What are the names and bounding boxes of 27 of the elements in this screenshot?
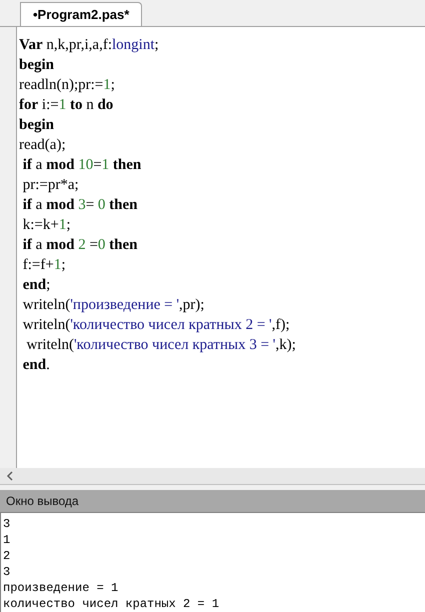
code-line: if a mod 10=1 then — [22, 156, 142, 175]
code-line: writeln('количество чисел кратных 3 = ',k); — [26, 336, 296, 355]
code-line: read(a); — [19, 136, 66, 155]
code-line: begin — [19, 116, 54, 135]
code-line: for i:=1 to n do — [19, 96, 114, 115]
code-line: if a mod 3= 0 then — [22, 196, 138, 215]
output-line: 3 — [3, 564, 10, 580]
code-line: writeln('количество чисел кратных 2 = ',f); — [22, 316, 290, 335]
file-tab[interactable]: •Program2.pas* — [20, 2, 142, 26]
code-line: readln(n);pr:=1; — [19, 76, 115, 95]
chevron-left-icon[interactable] — [6, 471, 14, 481]
code-line: writeln('произведение = ',pr); — [22, 296, 204, 315]
horizontal-scrollbar[interactable] — [0, 468, 425, 485]
output-line: 3 — [3, 516, 10, 532]
code-line: if a mod 2 =0 then — [22, 236, 138, 255]
code-line: end. — [22, 356, 50, 375]
code-line: pr:=pr*a; — [22, 176, 79, 195]
code-line: end; — [22, 276, 50, 295]
output-line: количество чисел кратных 2 = 1 — [3, 596, 220, 612]
code-line: begin — [19, 56, 54, 75]
code-line: f:=f+1; — [22, 256, 66, 275]
output-line: произведение = 1 — [3, 580, 118, 596]
output-panel-title: Окно вывода — [6, 493, 79, 510]
code-line: Var n,k,pr,i,a,f:longint; — [19, 36, 159, 55]
output-line: 1 — [3, 532, 10, 548]
code-line: k:=k+1; — [22, 216, 71, 235]
output-line: 2 — [3, 548, 10, 564]
